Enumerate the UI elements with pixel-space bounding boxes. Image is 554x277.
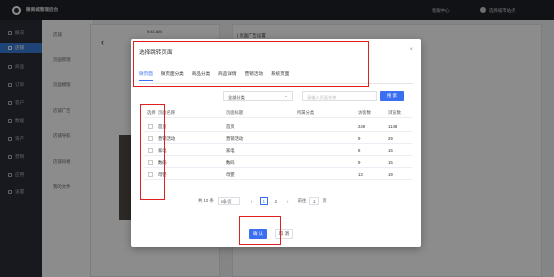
total-count: 共 10 条: [198, 198, 214, 203]
row-checkbox[interactable]: [148, 172, 153, 177]
search-button[interactable]: 搜 索: [380, 91, 404, 101]
col-select: 选择: [147, 110, 156, 115]
col-views: 浏览数: [388, 110, 401, 115]
col-page-name: 页面名称: [158, 110, 176, 115]
col-category: 所属分类: [297, 110, 315, 115]
confirm-button[interactable]: 确 认: [249, 229, 267, 239]
table-header: 选择 页面名称 页面标题 所属分类 访客数 浏览数: [144, 107, 412, 118]
tab-micro-page[interactable]: 微页面: [139, 71, 153, 81]
select-page-modal: 选择跳转页面 × 微页面 微页面分类 商品分类 商品详情 营销活动 系统页面 全…: [131, 39, 421, 247]
table-row[interactable]: 首页 首页 249 1148: [144, 121, 412, 132]
row-checkbox[interactable]: [148, 160, 153, 165]
close-icon[interactable]: ×: [409, 47, 413, 53]
tab-divider: [139, 83, 413, 84]
table-row[interactable]: 营销活动 营销活动 9 29: [144, 133, 412, 144]
tab-goods-category[interactable]: 商品分类: [192, 71, 210, 81]
next-page-button[interactable]: ›: [284, 197, 292, 205]
page-size-select[interactable]: 5条/页: [217, 197, 240, 205]
chevron-down-icon: ⌄: [283, 93, 288, 99]
prev-page-button[interactable]: ‹: [248, 197, 256, 205]
tab-micro-page-category[interactable]: 微页面分类: [161, 71, 184, 81]
goto-unit: 页: [322, 198, 327, 203]
page-1-button[interactable]: 1: [259, 197, 268, 205]
goto-page-input[interactable]: 1: [309, 197, 320, 205]
table-row[interactable]: 家电 家电 8 15: [144, 145, 412, 156]
table-row[interactable]: 数码 数码 9 15: [144, 157, 412, 168]
cancel-button[interactable]: 取 消: [275, 229, 293, 239]
goto-label: 前往: [297, 198, 307, 203]
table-row[interactable]: 母婴 母婴 13 19: [144, 169, 412, 180]
row-checkbox[interactable]: [148, 124, 153, 129]
page-2-button[interactable]: 2: [272, 197, 280, 205]
tab-bar: 微页面 微页面分类 商品分类 商品详情 营销活动 系统页面: [139, 71, 297, 81]
col-page-title: 页面标题: [226, 110, 244, 115]
category-select[interactable]: 全部分类 ⌄: [223, 91, 293, 101]
tab-marketing[interactable]: 营销活动: [245, 71, 263, 81]
tab-goods-detail[interactable]: 商品详情: [218, 71, 236, 81]
pagination: 共 10 条 5条/页 ‹ 1 2 › 前往 1 页: [198, 196, 327, 206]
row-checkbox[interactable]: [148, 136, 153, 141]
search-input[interactable]: 请输入页面名称: [302, 91, 377, 101]
col-visitors: 访客数: [358, 110, 371, 115]
tab-system-page[interactable]: 系统页面: [271, 71, 289, 81]
modal-title: 选择跳转页面: [139, 50, 173, 56]
row-checkbox[interactable]: [148, 148, 153, 153]
